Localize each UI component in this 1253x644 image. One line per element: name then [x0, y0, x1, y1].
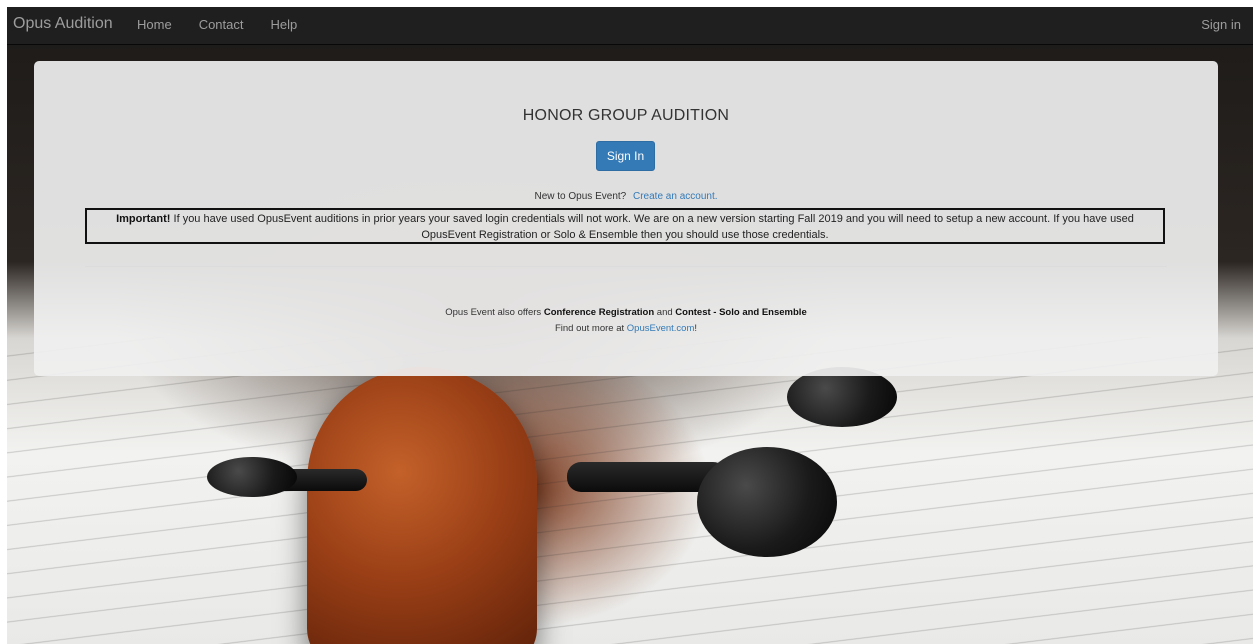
violin-peg-left: [207, 457, 297, 497]
find-suffix: !: [694, 323, 698, 334]
offers-section: Opus Event also offers Conference Regist…: [34, 305, 1218, 337]
nav-home-link[interactable]: Home: [137, 17, 172, 32]
page-title: HONOR GROUP AUDITION: [522, 107, 730, 124]
important-label: Important!: [116, 213, 171, 225]
offer-conference-registration: Conference Registration: [543, 307, 655, 318]
violin-scroll-image: [307, 367, 537, 644]
offers-prefix: Opus Event also offers: [445, 307, 544, 318]
find-more-line: Find out more at OpusEvent.com!: [34, 321, 1218, 337]
create-account-link[interactable]: Create an account.: [633, 191, 718, 202]
jumbotron-panel: HONOR GROUP AUDITION Sign In New to Opus…: [34, 61, 1218, 376]
nav-links: Home Contact Help: [137, 17, 324, 32]
brand-link[interactable]: Opus Audition: [13, 15, 113, 33]
top-navbar: Opus Audition Home Contact Help Sign in: [7, 7, 1253, 45]
opusevent-link[interactable]: OpusEvent.com: [627, 323, 695, 334]
violin-peg-top: [787, 367, 897, 427]
important-notice: Important! If you have used OpusEvent au…: [85, 208, 1165, 244]
nav-contact-link[interactable]: Contact: [199, 17, 244, 32]
new-prompt-text: New to Opus Event?: [534, 191, 627, 202]
page-frame: Opus Audition Home Contact Help Sign in …: [7, 7, 1253, 644]
nav-help-link[interactable]: Help: [271, 17, 298, 32]
nav-signin-link[interactable]: Sign in: [1201, 17, 1241, 32]
violin-peg-right: [697, 447, 837, 557]
offers-line: Opus Event also offers Conference Regist…: [34, 305, 1218, 321]
offers-and: and: [654, 307, 676, 318]
new-account-prompt: New to Opus Event? Create an account.: [34, 191, 1218, 202]
signin-button[interactable]: Sign In: [596, 141, 655, 171]
offer-solo-ensemble: Contest - Solo and Ensemble: [675, 307, 807, 318]
divider: [85, 266, 1167, 267]
find-prefix: Find out more at: [554, 323, 627, 334]
important-text: If you have used OpusEvent auditions in …: [170, 213, 1134, 241]
